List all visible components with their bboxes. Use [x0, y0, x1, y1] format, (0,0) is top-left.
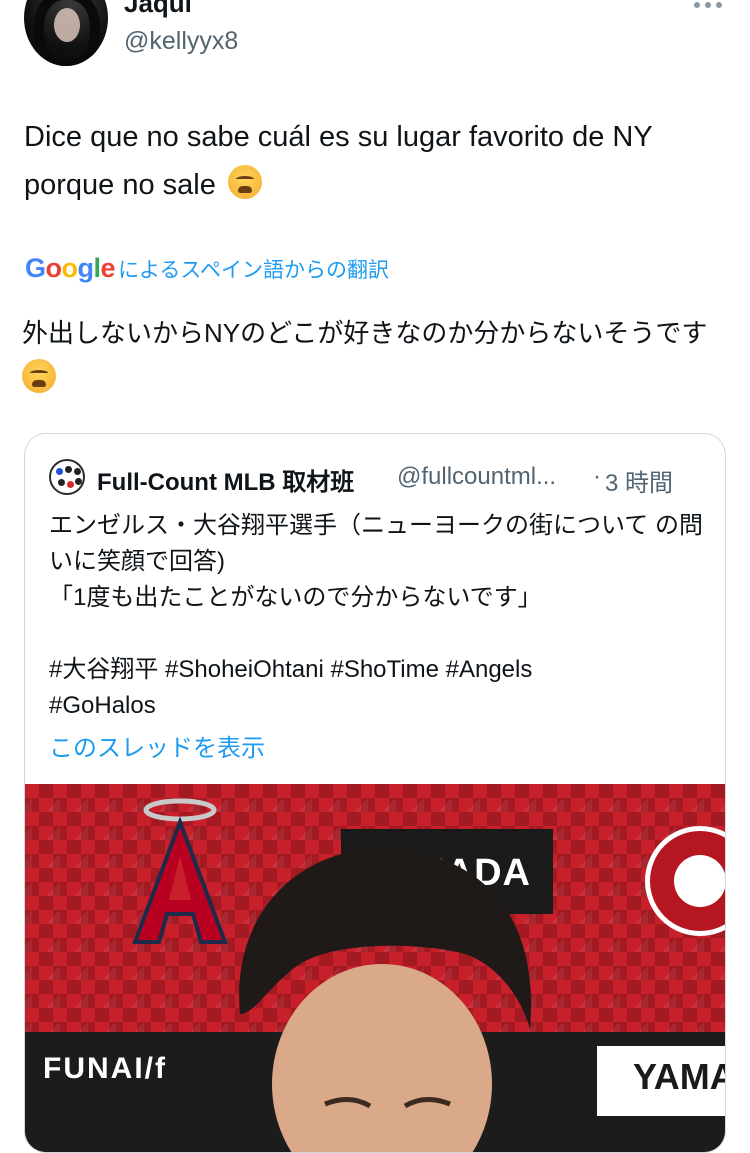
quoted-media-photo[interactable]: MADA FUNAI/f YAMA: [25, 784, 726, 1152]
tweet-text-content: Dice que no sabe cuál es su lugar favori…: [24, 121, 653, 201]
quoted-author-name[interactable]: Full-Count MLB 取材班: [97, 462, 354, 497]
translated-text: 外出しないからNYのどこが好きなのか分からないそうです: [22, 310, 734, 402]
google-logo: Google: [25, 253, 116, 283]
more-options-icon[interactable]: [694, 2, 722, 8]
author-avatar[interactable]: [24, 0, 108, 66]
quoted-tweet-text: エンゼルス・大谷翔平選手（ニューヨークの街について の問いに笑顔で回答) 「1度…: [49, 512, 703, 719]
quoted-author-handle[interactable]: @fullcountml...: [397, 463, 556, 491]
quoted-tweet-card[interactable]: Full-Count MLB 取材班 @fullcountml... · 3 時…: [24, 433, 726, 1153]
quoted-author-avatar[interactable]: [49, 459, 85, 495]
person-head: [239, 848, 532, 1152]
author-display-name[interactable]: Jaqui: [124, 0, 192, 19]
quoted-timestamp[interactable]: 3 時間: [605, 463, 673, 498]
sponsor-text-right: YAMA: [633, 1056, 726, 1097]
translation-label[interactable]: によるスペイン語からの翻訳: [118, 254, 389, 284]
translation-attribution[interactable]: Google によるスペイン語からの翻訳: [25, 253, 389, 284]
angels-a-logo: [132, 798, 228, 944]
show-thread-link[interactable]: このスレッドを表示: [49, 728, 265, 763]
tweet-text: Dice que no sabe cuál es su lugar favori…: [24, 113, 734, 209]
weary-face-emoji-icon: [227, 165, 262, 199]
translated-text-content: 外出しないからNYのどこが好きなのか分からないそうです: [22, 318, 708, 348]
sponsor-text-left: FUNAI/f: [43, 1052, 167, 1085]
quoted-separator: ·: [593, 463, 601, 490]
avatar-face: [54, 8, 80, 42]
weary-face-emoji-icon-translated: [22, 359, 56, 393]
author-handle[interactable]: @kellyyx8: [124, 27, 238, 56]
angels-circle-logo: [645, 826, 725, 936]
